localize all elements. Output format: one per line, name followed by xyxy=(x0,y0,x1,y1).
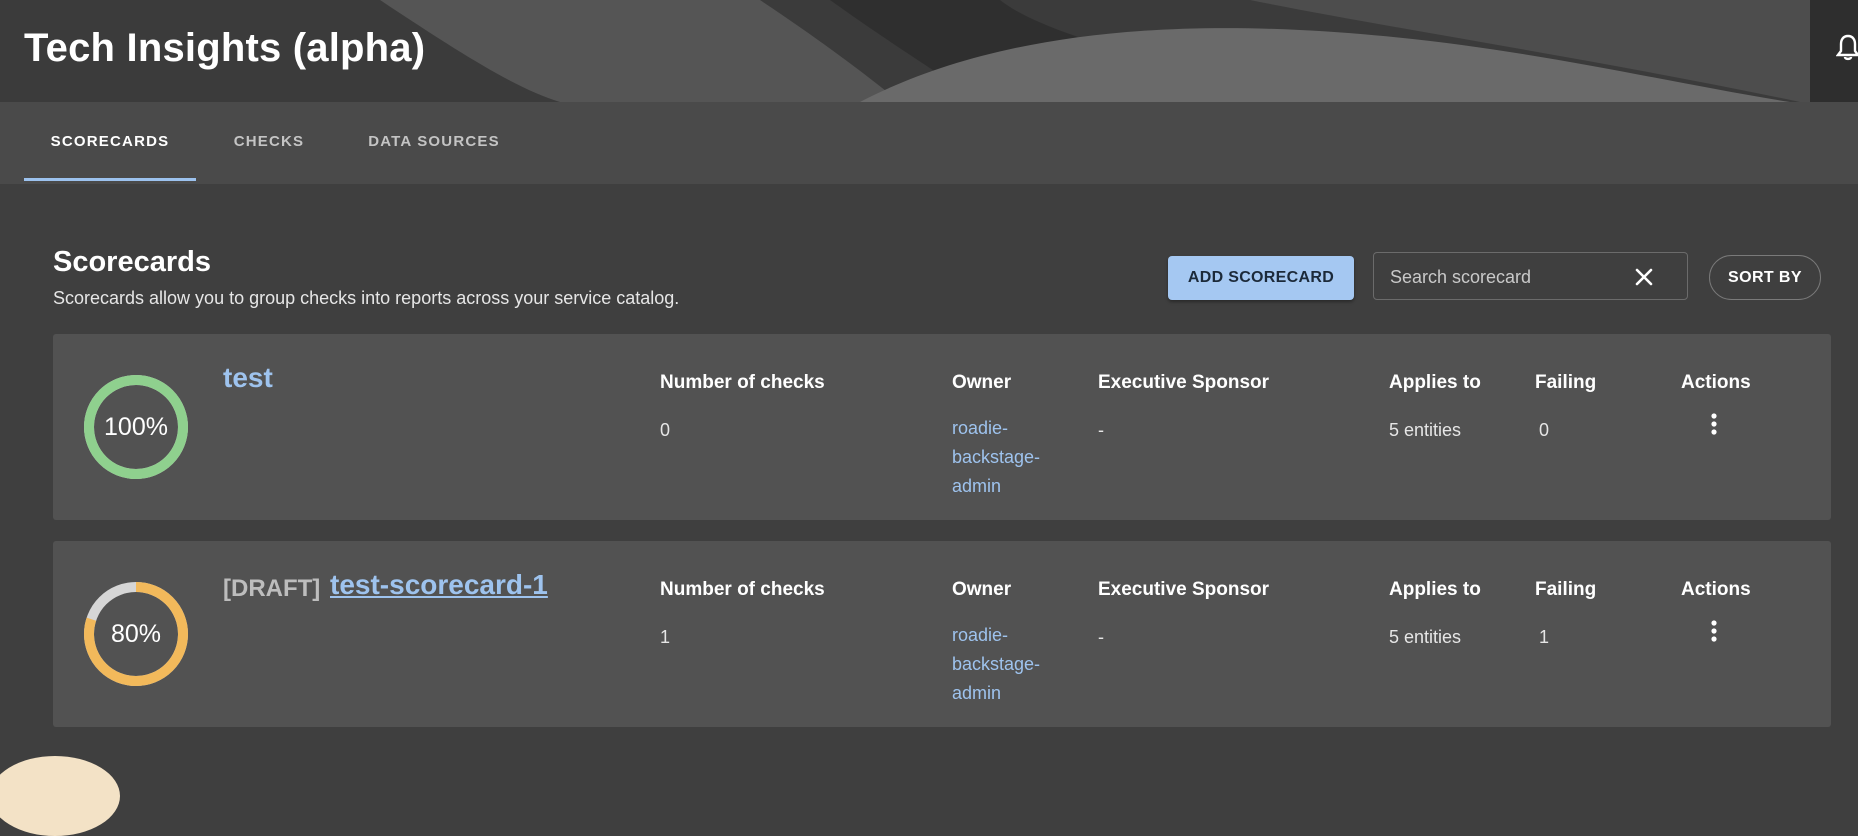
owner-line: backstage- xyxy=(952,447,1041,467)
owner-line: roadie- xyxy=(952,418,1009,438)
scorecard-card: 100% test Number of checks Owner Executi… xyxy=(53,334,1831,520)
sponsor-value: - xyxy=(1098,627,1104,647)
active-tab-indicator xyxy=(24,178,196,181)
failing-value: 1 xyxy=(1539,627,1550,647)
owner-line: backstage- xyxy=(952,654,1041,674)
score-gauge: 100% xyxy=(83,374,189,480)
draft-label: [DRAFT] xyxy=(223,575,321,602)
owner-line: roadie- xyxy=(952,625,1009,645)
sort-by-button[interactable]: SORT BY xyxy=(1709,255,1821,300)
applies-value: 5 entities xyxy=(1389,420,1462,440)
owner-header: Owner xyxy=(952,372,1012,393)
close-icon[interactable] xyxy=(1632,265,1656,289)
failing-value: 0 xyxy=(1539,420,1550,440)
owner-line: admin xyxy=(952,683,1002,703)
section-description: Scorecards allow you to group checks int… xyxy=(53,288,680,308)
page-title: Tech Insights (alpha) xyxy=(24,26,426,70)
tab-scorecards[interactable]: SCORECARDS xyxy=(24,102,196,184)
failing-header: Failing xyxy=(1535,579,1597,600)
sponsor-header: Executive Sponsor xyxy=(1098,579,1270,600)
scorecard-name-link[interactable]: test-scorecard-1 xyxy=(330,569,548,601)
actions-header: Actions xyxy=(1681,579,1751,600)
section-title: Scorecards xyxy=(53,246,211,278)
applies-header: Applies to xyxy=(1389,579,1481,600)
bell-icon[interactable] xyxy=(1835,34,1858,67)
checks-value: 1 xyxy=(660,627,671,647)
owner-link[interactable]: roadie- backstage- admin xyxy=(952,414,1062,501)
page-header: Tech Insights (alpha) xyxy=(0,0,1858,102)
checks-header: Number of checks xyxy=(660,372,825,393)
add-scorecard-button[interactable]: ADD SCORECARD xyxy=(1168,256,1354,300)
score-percent: 80% xyxy=(110,620,162,648)
corner-decoration xyxy=(0,756,120,836)
more-vertical-icon[interactable] xyxy=(1702,410,1726,440)
scorecard-name-link[interactable]: test xyxy=(223,362,273,394)
checks-value: 0 xyxy=(660,420,671,440)
owner-link[interactable]: roadie- backstage- admin xyxy=(952,621,1062,708)
applies-value: 5 entities xyxy=(1389,627,1462,647)
failing-header: Failing xyxy=(1535,372,1597,393)
owner-header: Owner xyxy=(952,579,1012,600)
score-gauge: 80% xyxy=(83,581,189,687)
more-vertical-icon[interactable] xyxy=(1702,617,1726,647)
tab-checks[interactable]: CHECKS xyxy=(218,102,320,184)
sponsor-header: Executive Sponsor xyxy=(1098,372,1270,393)
owner-line: admin xyxy=(952,476,1002,496)
tab-data-sources[interactable]: DATA SOURCES xyxy=(350,102,518,184)
scorecard-card: 80% [DRAFT] test-scorecard-1 Number of c… xyxy=(53,541,1831,727)
applies-header: Applies to xyxy=(1389,372,1481,393)
actions-header: Actions xyxy=(1681,372,1751,393)
score-percent: 100% xyxy=(104,413,168,441)
search-field xyxy=(1373,252,1688,301)
checks-header: Number of checks xyxy=(660,579,825,600)
tab-bar: SCORECARDS CHECKS DATA SOURCES xyxy=(0,102,1858,184)
sponsor-value: - xyxy=(1098,420,1104,440)
search-input[interactable] xyxy=(1388,253,1632,301)
